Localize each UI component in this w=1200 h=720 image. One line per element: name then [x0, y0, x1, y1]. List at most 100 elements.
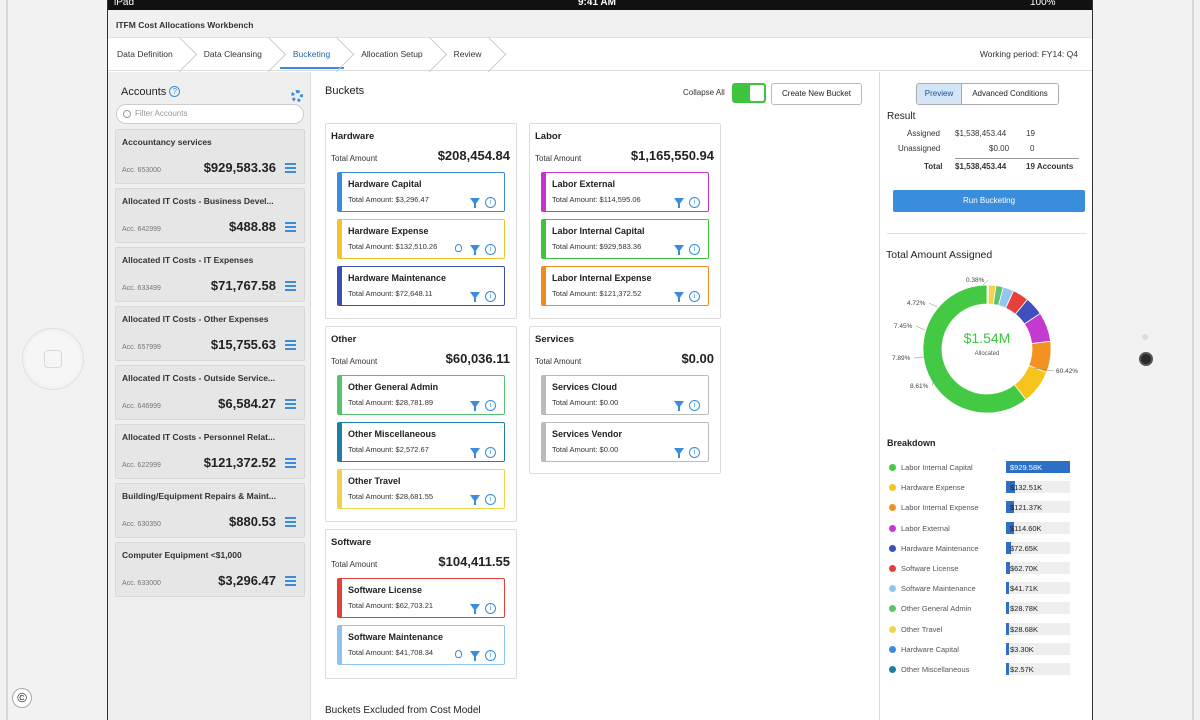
list-icon[interactable] [285, 163, 296, 173]
sub-bucket-card[interactable]: Services Cloud Total Amount: $0.00 i [541, 375, 709, 415]
filter-icon[interactable] [470, 292, 480, 302]
account-card[interactable]: Computer Equipment <$1,000 Acc. 633000 $3,… [115, 542, 305, 597]
sub-bucket-card[interactable]: Hardware Capital Total Amount: $3,296.47 i [337, 172, 505, 212]
bucket-software[interactable]: Software Total Amount $104,411.55 Software … [325, 529, 517, 679]
filter-accounts-input[interactable]: Filter Accounts [116, 104, 304, 124]
breakdown-row: Hardware Capital $3.30K [889, 642, 1089, 657]
account-amount: $15,755.63 [210, 337, 276, 352]
total-label: Total [924, 162, 943, 171]
sub-bucket-name: Labor External [552, 179, 616, 189]
breakdown-label: Software License [901, 564, 959, 573]
filter-icon[interactable] [674, 448, 684, 458]
account-card[interactable]: Building/Equipment Repairs & Maint... Acc… [115, 483, 305, 538]
filter-icon[interactable] [470, 495, 480, 505]
filter-icon[interactable] [470, 198, 480, 208]
step-allocation-setup[interactable]: Allocation Setup [352, 38, 444, 71]
info-icon[interactable]: i [485, 650, 496, 661]
breakdown-label: Hardware Expense [901, 483, 965, 493]
info-icon[interactable]: i [689, 400, 700, 411]
sub-bucket-card[interactable]: Labor External Total Amount: $114,595.06 i [541, 172, 709, 212]
breakdown-label: Labor Internal Expense [901, 503, 979, 513]
lightbulb-icon[interactable] [455, 244, 462, 252]
info-icon[interactable]: i [485, 291, 496, 302]
sub-bucket-card[interactable]: Software Maintenance Total Amount: $41,70… [337, 625, 505, 665]
legend-dot [889, 645, 896, 653]
filter-icon[interactable] [470, 401, 480, 411]
step-review[interactable]: Review [445, 38, 504, 71]
info-icon[interactable]: i [485, 603, 496, 614]
info-icon[interactable]: i [689, 197, 700, 208]
bucket-title: Services [535, 334, 575, 345]
account-card[interactable]: Accountancy services Acc. 653000 $929,583.… [115, 129, 305, 184]
account-card[interactable]: Allocated IT Costs - Personnel Relat... A… [115, 424, 305, 479]
filter-icon[interactable] [470, 245, 480, 255]
filter-icon[interactable] [674, 198, 684, 208]
bucket-other[interactable]: Other Total Amount $60,036.11 Other General… [325, 326, 517, 522]
filter-icon[interactable] [674, 245, 684, 255]
camera-icon [1139, 352, 1153, 366]
filter-icon[interactable] [470, 448, 480, 458]
sub-bucket-name: Software License [348, 585, 423, 595]
account-card[interactable]: Allocated IT Costs - Business Devel... Ac… [115, 188, 305, 243]
info-icon[interactable]: i [485, 197, 496, 208]
sub-bucket-amount: Total Amount: $3,296.47 [348, 195, 429, 204]
breakdown-label: Labor Internal Capital [901, 463, 973, 472]
account-number: Acc. 622999 [122, 462, 161, 469]
info-icon[interactable]: i [689, 447, 700, 458]
list-icon[interactable] [285, 281, 296, 291]
step-data-cleansing[interactable]: Data Cleansing [195, 38, 284, 71]
account-card[interactable]: Allocated IT Costs - Other Expenses Acc. … [115, 306, 305, 361]
sub-bucket-card[interactable]: Hardware Maintenance Total Amount: $72,64… [337, 266, 505, 306]
filter-icon[interactable] [674, 401, 684, 411]
create-new-bucket-button[interactable]: Create New Bucket [771, 83, 862, 105]
list-icon[interactable] [285, 517, 296, 527]
filter-icon[interactable] [470, 651, 480, 661]
bucket-total-label: Total Amount [331, 154, 378, 163]
working-period-value: FY14: Q4 [1041, 49, 1078, 59]
step-data-definition[interactable]: Data Definition [108, 38, 195, 71]
list-icon[interactable] [285, 222, 296, 232]
bucket-title: Other [331, 334, 357, 345]
sub-bucket-card[interactable]: Labor Internal Capital Total Amount: $929… [541, 219, 709, 259]
bucket-total-label: Total Amount [535, 154, 582, 163]
breakdown-title: Breakdown [887, 438, 936, 448]
help-icon[interactable]: ? [169, 86, 181, 97]
run-bucketing-button[interactable]: Run Bucketing [893, 190, 1085, 212]
list-icon[interactable] [285, 458, 296, 468]
info-icon[interactable]: i [485, 400, 496, 411]
info-icon[interactable]: i [485, 244, 496, 255]
sub-bucket-card[interactable]: Other Travel Total Amount: $28,681.55 i [337, 469, 505, 509]
bucket-labor[interactable]: Labor Total Amount $1,165,550.94 Labor Exte… [529, 123, 721, 319]
info-icon[interactable]: i [485, 494, 496, 505]
collapse-all-toggle[interactable] [732, 83, 766, 103]
sub-bucket-card[interactable]: Other General Admin Total Amount: $28,781… [337, 375, 505, 415]
list-icon[interactable] [285, 399, 296, 409]
step-label: Data Definition [117, 48, 173, 59]
legend-dot [889, 464, 896, 471]
info-icon[interactable]: i [689, 291, 700, 302]
account-number: Acc. 642999 [122, 226, 161, 233]
bucket-hardware[interactable]: Hardware Total Amount $208,454.84 Hardware … [325, 123, 517, 319]
sub-bucket-card[interactable]: Labor Internal Expense Total Amount: $121… [541, 266, 709, 306]
sub-bucket-card[interactable]: Software License Total Amount: $62,703.21… [337, 578, 505, 618]
sub-bucket-card[interactable]: Other Miscellaneous Total Amount: $2,572.… [337, 422, 505, 462]
list-icon[interactable] [285, 576, 296, 586]
sub-bucket-card[interactable]: Services Vendor Total Amount: $0.00 i [541, 422, 709, 462]
filter-icon[interactable] [674, 292, 684, 302]
tab-preview[interactable]: Preview [917, 84, 962, 104]
result-title: Result [887, 111, 916, 122]
list-icon[interactable] [285, 340, 296, 350]
sub-bucket-name: Other Miscellaneous [348, 429, 437, 439]
info-icon[interactable]: i [485, 447, 496, 458]
filter-icon[interactable] [470, 604, 480, 614]
breakdown-value: $132.51K [1010, 483, 1043, 493]
step-bucketing[interactable]: Bucketing [279, 38, 352, 71]
account-card[interactable]: Allocated IT Costs - IT Expenses Acc. 633… [115, 247, 305, 302]
tab-advanced-conditions[interactable]: Advanced Conditions [962, 84, 1058, 104]
info-icon[interactable]: i [689, 244, 700, 255]
lightbulb-icon[interactable] [455, 650, 462, 658]
sub-bucket-card[interactable]: Hardware Expense Total Amount: $132,510.2… [337, 219, 505, 259]
bucket-services[interactable]: Services Total Amount $0.00 Services Cloud T… [529, 326, 721, 474]
account-card[interactable]: Allocated IT Costs - Outside Service... A… [115, 365, 305, 420]
gear-icon[interactable] [291, 90, 303, 102]
